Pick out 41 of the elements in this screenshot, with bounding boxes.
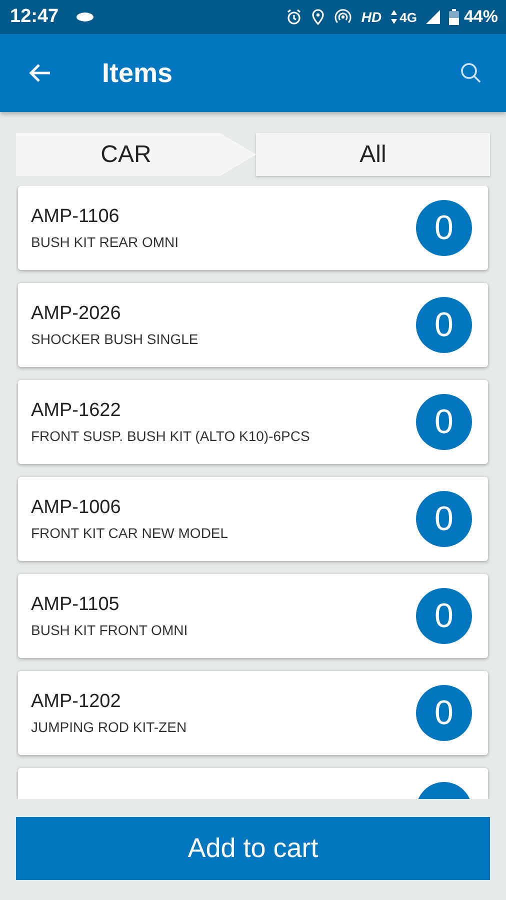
item-code: AMP-1105 bbox=[31, 594, 120, 616]
item-card[interactable]: AMP-1105 BUSH KIT FRONT OMNI 0 bbox=[18, 574, 488, 658]
quantity-badge[interactable]: 0 bbox=[416, 394, 472, 450]
item-code: AMP-1202 bbox=[31, 691, 122, 713]
quantity-badge[interactable]: 0 bbox=[416, 297, 472, 353]
add-to-cart-button[interactable]: Add to cart bbox=[16, 817, 490, 880]
screen-title: Items bbox=[102, 58, 174, 88]
item-name: FRONT KIT CAR NEW MODEL bbox=[31, 525, 230, 541]
item-code: AMP-2026 bbox=[31, 303, 122, 325]
battery-percent: 44% bbox=[464, 7, 498, 27]
search-icon[interactable] bbox=[460, 62, 482, 84]
cloud-icon bbox=[76, 12, 94, 22]
battery-icon bbox=[448, 9, 459, 25]
item-name: SHOCKER BUSH SINGLE bbox=[31, 331, 200, 347]
data-label: 4G bbox=[400, 10, 417, 24]
hotspot-icon bbox=[334, 9, 352, 25]
data-arrows-icon bbox=[390, 10, 397, 24]
location-icon bbox=[311, 9, 326, 25]
breadcrumb-item[interactable]: CAR bbox=[16, 133, 256, 176]
item-card[interactable]: AMP-2026 SHOCKER BUSH SINGLE 0 bbox=[18, 283, 488, 367]
item-name: BUSH KIT FRONT OMNI bbox=[31, 622, 189, 638]
item-card[interactable]: AMP-1202 JUMPING ROD KIT-ZEN 0 bbox=[18, 671, 488, 755]
quantity-badge[interactable]: 0 bbox=[416, 685, 472, 741]
item-code: AMP-1106 bbox=[31, 206, 120, 228]
signal-icon bbox=[426, 10, 440, 24]
quantity-badge[interactable]: 0 bbox=[416, 588, 472, 644]
item-name: FRONT SUSP. BUSH KIT (ALTO K10)-6PCS bbox=[31, 428, 311, 444]
alarm-icon bbox=[286, 9, 302, 25]
item-card[interactable]: AMP-1622 FRONT SUSP. BUSH KIT (ALTO K10)-6PCS 0 bbox=[18, 380, 488, 464]
item-code: AMP-1622 bbox=[31, 400, 122, 422]
item-name: BUSH KIT REAR OMNI bbox=[31, 234, 180, 250]
network-label: HD bbox=[361, 9, 382, 25]
item-name: JUMPING ROD KIT-ZEN bbox=[31, 719, 188, 735]
quantity-badge[interactable]: 0 bbox=[416, 200, 472, 256]
item-code: AMP-1006 bbox=[31, 497, 122, 519]
back-arrow-icon[interactable] bbox=[29, 63, 51, 83]
item-card[interactable]: AMP-1006 FRONT KIT CAR NEW MODEL 0 bbox=[18, 477, 488, 561]
status-time: 12:47 bbox=[10, 6, 59, 28]
breadcrumb-item[interactable]: All bbox=[256, 133, 490, 176]
item-card[interactable]: AMP-1106 BUSH KIT REAR OMNI 0 bbox=[18, 186, 488, 270]
quantity-badge[interactable]: 0 bbox=[416, 491, 472, 547]
